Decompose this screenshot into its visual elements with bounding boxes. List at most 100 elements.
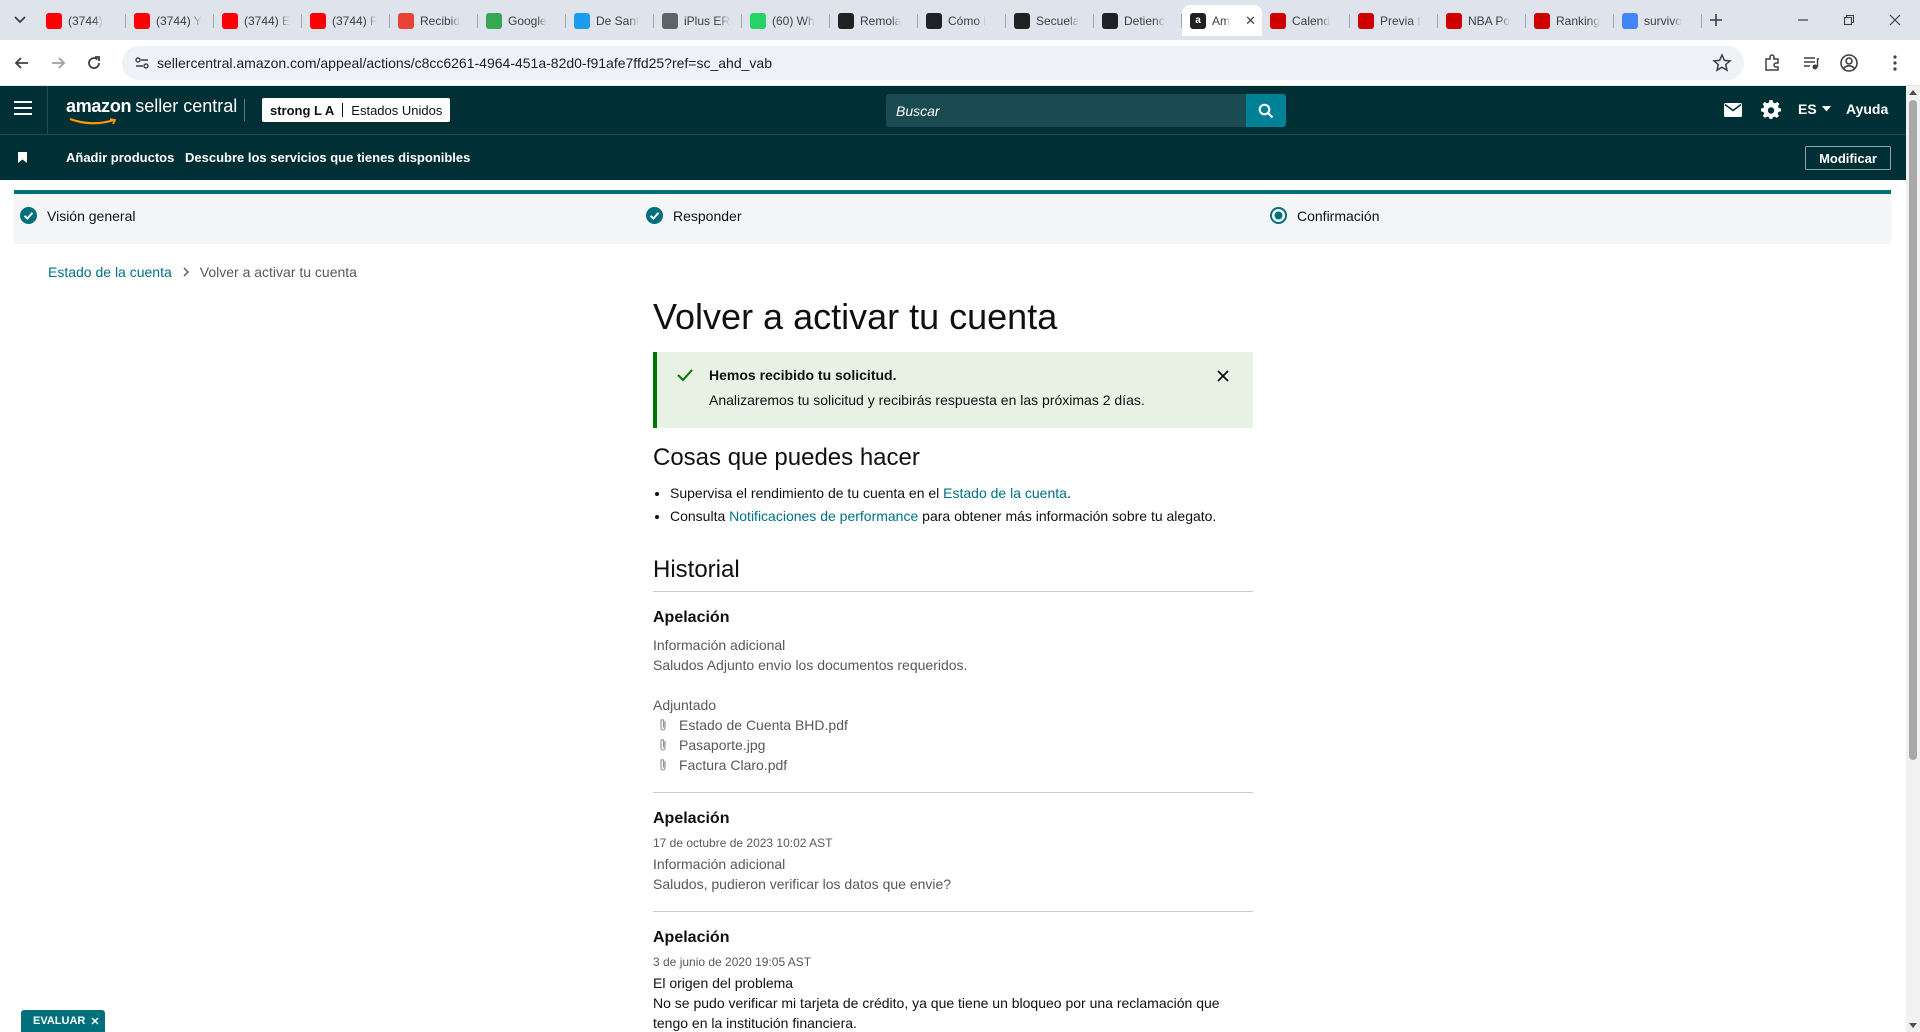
browser-tab[interactable]: (3744) xyxy=(38,5,126,36)
browser-tab[interactable]: iPlus ER xyxy=(654,5,742,36)
account-name: strong L A xyxy=(270,102,335,118)
breadcrumb-account-health[interactable]: Estado de la cuenta xyxy=(48,264,172,280)
browser-tab[interactable]: (3744) Y xyxy=(126,5,214,36)
media-icon xyxy=(1804,57,1819,70)
settings-button[interactable] xyxy=(1760,99,1782,121)
close-icon xyxy=(1889,14,1901,26)
alert-title: Hemos recibido tu solicitud. xyxy=(709,367,897,383)
profile-button[interactable] xyxy=(1838,52,1860,74)
browser-tab[interactable]: Google xyxy=(478,5,566,36)
seller-central-header: amazon seller central strong L A Estados … xyxy=(0,86,1906,134)
threads-icon xyxy=(838,12,854,29)
browser-tab[interactable]: Detienc xyxy=(1094,5,1182,36)
tab-title: Detienc xyxy=(1124,13,1165,28)
logo-separator xyxy=(244,99,245,121)
bookmark-star-icon[interactable] xyxy=(1712,53,1732,73)
url-text[interactable]: sellercentral.amazon.com/appeal/actions/… xyxy=(157,55,772,71)
close-icon[interactable] xyxy=(91,1017,99,1025)
edit-bookmarks-button[interactable]: Modificar xyxy=(1805,146,1891,170)
bookmark-icon[interactable] xyxy=(18,152,27,163)
step-label: Confirmación xyxy=(1297,207,1380,224)
puzzle-icon xyxy=(1765,54,1779,71)
new-tab-button[interactable] xyxy=(1702,6,1730,34)
paperclip-icon xyxy=(660,759,666,771)
hamburger-menu-icon[interactable] xyxy=(14,101,32,115)
search-button[interactable] xyxy=(1246,94,1286,127)
threads-icon xyxy=(1102,12,1118,29)
close-window-button[interactable] xyxy=(1872,0,1918,40)
browser-tab[interactable]: (60) Wh xyxy=(742,5,830,36)
browser-tab[interactable]: a Am ✕ xyxy=(1182,5,1262,36)
media-controls-button[interactable] xyxy=(1800,52,1822,74)
entry-date: 3 de junio de 2020 19:05 AST xyxy=(653,955,812,969)
browser-tab[interactable]: Recibid xyxy=(390,5,478,36)
attachment-item[interactable]: Pasaporte.jpg xyxy=(653,735,1253,755)
search-box xyxy=(886,94,1286,127)
amazon-icon: a xyxy=(1190,12,1206,29)
history-entry: Apelación Información adicional Saludos … xyxy=(653,592,1253,793)
browser-tab[interactable]: Cómo l xyxy=(918,5,1006,36)
attachment-name: Factura Claro.pdf xyxy=(679,757,788,773)
browser-tab[interactable]: NBA Po xyxy=(1438,5,1526,36)
espn-icon xyxy=(1270,12,1286,29)
browser-tab[interactable]: (3744) E xyxy=(214,5,302,36)
close-tab-icon[interactable]: ✕ xyxy=(1245,13,1256,29)
bookmark-add-products[interactable]: Añadir productos xyxy=(66,150,174,165)
tab-title: Google xyxy=(508,13,547,28)
bookmark-discover-services[interactable]: Descubre los servicios que tienes dispon… xyxy=(185,150,470,165)
logo-product-text: seller central xyxy=(135,96,238,116)
browser-tab[interactable]: Previa f xyxy=(1350,5,1438,36)
browser-toolbar: sellercentral.amazon.com/appeal/actions/… xyxy=(0,40,1920,86)
language-selector[interactable]: ES xyxy=(1798,101,1831,117)
close-alert-icon[interactable] xyxy=(1215,368,1231,384)
entry-date: 17 de octubre de 2023 10:02 AST xyxy=(653,836,833,850)
back-button[interactable] xyxy=(8,49,36,77)
help-link[interactable]: Ayuda xyxy=(1846,101,1888,117)
browser-tab[interactable]: survivo xyxy=(1614,5,1702,36)
browser-tab[interactable]: Ranking xyxy=(1526,5,1614,36)
messages-button[interactable] xyxy=(1722,99,1744,121)
profile-icon xyxy=(1840,54,1858,72)
things-list: Supervisa el rendimiento de tu cuenta en… xyxy=(653,482,1253,528)
extensions-button[interactable] xyxy=(1761,52,1783,74)
scroll-up-arrow-icon[interactable] xyxy=(1909,90,1917,95)
page-scrollbar[interactable] xyxy=(1906,86,1920,1032)
attachment-item[interactable]: Estado de Cuenta BHD.pdf xyxy=(653,715,1253,735)
chevron-down-icon xyxy=(14,16,26,24)
tab-title: (3744) E xyxy=(244,13,291,28)
threads-icon xyxy=(1014,12,1030,29)
paperclip-icon xyxy=(660,739,666,751)
browser-tab[interactable]: (3744) F xyxy=(302,5,390,36)
performance-notifications-link[interactable]: Notificaciones de performance xyxy=(729,508,918,524)
breadcrumb-current: Volver a activar tu cuenta xyxy=(199,264,357,280)
browser-tab[interactable]: Calend xyxy=(1262,5,1350,36)
check-icon xyxy=(677,369,693,382)
scroll-down-arrow-icon[interactable] xyxy=(1909,1023,1917,1028)
alert-text: Analizaremos tu solicitud y recibirás re… xyxy=(709,392,1145,408)
seller-central-logo[interactable]: amazon seller central xyxy=(66,96,238,125)
account-switcher[interactable]: strong L A Estados Unidos xyxy=(262,98,451,122)
forward-button[interactable] xyxy=(44,49,72,77)
browser-menu-button[interactable] xyxy=(1884,52,1906,74)
minimize-button[interactable] xyxy=(1780,0,1826,40)
scrollbar-thumb[interactable] xyxy=(1909,100,1917,760)
feedback-label: EVALUAR xyxy=(33,1015,86,1027)
search-input[interactable] xyxy=(886,94,1246,127)
google-play-icon xyxy=(486,12,502,29)
browser-tab[interactable]: Remola xyxy=(830,5,918,36)
address-bar[interactable]: sellercentral.amazon.com/appeal/actions/… xyxy=(122,46,1744,80)
tab-search-button[interactable] xyxy=(8,8,32,32)
reload-icon xyxy=(88,56,100,69)
step-label: Visión general xyxy=(47,207,136,224)
site-settings-icon[interactable] xyxy=(134,55,150,71)
amazon-smile-icon xyxy=(69,118,117,125)
feedback-button[interactable]: EVALUAR xyxy=(21,1010,106,1032)
browser-tab[interactable]: De Sant xyxy=(566,5,654,36)
reload-button[interactable] xyxy=(80,49,108,77)
restore-button[interactable] xyxy=(1826,0,1872,40)
language-code: ES xyxy=(1798,101,1817,117)
attachment-item[interactable]: Factura Claro.pdf xyxy=(653,755,1253,775)
dots-icon xyxy=(926,12,942,29)
account-health-link[interactable]: Estado de la cuenta xyxy=(943,485,1067,501)
browser-tab[interactable]: Secuela xyxy=(1006,5,1094,36)
